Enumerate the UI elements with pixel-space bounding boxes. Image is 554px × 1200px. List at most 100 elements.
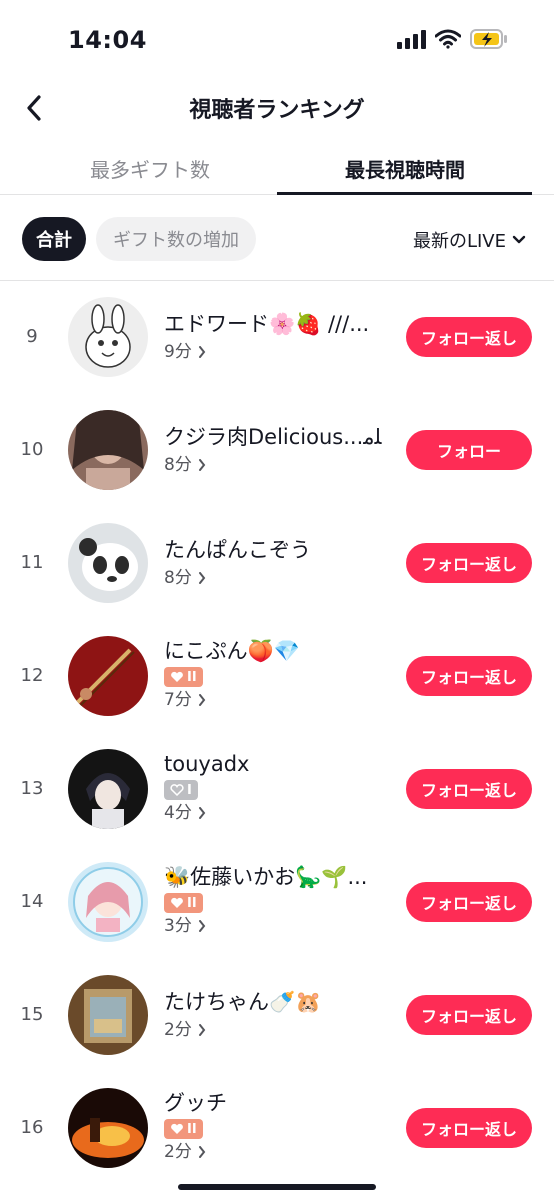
rank-number: 10 — [20, 439, 44, 460]
tab-longest-watch-time[interactable]: 最長視聴時間 — [290, 154, 520, 183]
watch-duration[interactable]: 3分 — [164, 913, 394, 939]
fan-level-badge: II — [164, 893, 203, 913]
watch-duration[interactable]: 2分 — [164, 1139, 394, 1165]
viewer-info: たんぱんこぞう 8分 — [164, 535, 394, 591]
watch-duration-text: 8分 — [164, 568, 192, 588]
list-item: 14 🐝佐藤いかお🦕🌱... II 3分 フォロー返し — [0, 846, 554, 959]
tab-most-gifts[interactable]: 最多ギフト数 — [50, 154, 250, 183]
watch-duration-text: 3分 — [164, 916, 192, 936]
heart-icon — [171, 671, 183, 682]
chevron-down-icon — [512, 235, 526, 244]
watch-duration[interactable]: 8分 — [164, 452, 394, 478]
avatar[interactable] — [68, 523, 148, 603]
watch-duration-text: 9分 — [164, 342, 192, 362]
avatar[interactable] — [68, 749, 148, 829]
rank-number: 16 — [20, 1117, 44, 1138]
chevron-right-icon — [198, 920, 206, 932]
fan-level-badge: II — [164, 667, 203, 687]
avatar[interactable] — [68, 862, 148, 942]
watch-duration-text: 8分 — [164, 455, 192, 475]
watch-duration[interactable]: 8分 — [164, 565, 394, 591]
filter-bar: 合計 ギフト数の増加 最新のLIVE — [0, 195, 554, 281]
list-item: 12 にこぷん🍑💎 II 7分 フォロー返し — [0, 620, 554, 733]
status-bar: 14:04 — [0, 0, 554, 80]
follow-back-button[interactable]: フォロー返し — [406, 543, 532, 583]
rank-number: 11 — [20, 552, 44, 573]
avatar[interactable] — [68, 975, 148, 1055]
list-item: 13 touyadx I 4分 フォロー返し — [0, 733, 554, 846]
filter-total-chip[interactable]: 合計 — [22, 217, 86, 261]
status-icons — [396, 28, 508, 50]
watch-duration[interactable]: 9分 — [164, 339, 394, 365]
list-item: 15 たけちゃん🍼🐹 2分 フォロー返し — [0, 959, 554, 1072]
avatar[interactable] — [68, 297, 148, 377]
watch-duration[interactable]: 2分 — [164, 1017, 394, 1043]
chevron-right-icon — [198, 807, 206, 819]
signal-icon — [397, 30, 426, 49]
follow-back-button[interactable]: フォロー返し — [406, 656, 532, 696]
heart-icon — [171, 897, 183, 908]
fan-level-text: II — [187, 895, 197, 911]
chevron-right-icon — [198, 572, 206, 584]
list-item: 9 エドワード🌸🍓 ///... 9分 フォロー返し — [0, 281, 554, 394]
watch-duration[interactable]: 7分 — [164, 687, 394, 713]
battery-charging-icon — [470, 29, 507, 49]
viewer-name[interactable]: クジラ肉Delicious...ﻠﻣ — [164, 422, 394, 452]
follow-button[interactable]: フォロー — [406, 430, 532, 470]
viewer-info: にこぷん🍑💎 II 7分 — [164, 636, 394, 713]
viewer-info: グッチ II 2分 — [164, 1088, 394, 1165]
rank-number: 12 — [20, 665, 44, 686]
live-select-label: 最新のLIVE — [412, 231, 506, 252]
viewer-info: エドワード🌸🍓 ///... 9分 — [164, 309, 394, 365]
viewer-info: touyadx I 4分 — [164, 749, 394, 826]
watch-duration-text: 2分 — [164, 1020, 192, 1040]
viewer-info: たけちゃん🍼🐹 2分 — [164, 987, 394, 1043]
home-indicator[interactable] — [178, 1184, 376, 1190]
viewer-name[interactable]: にこぷん🍑💎 — [164, 636, 394, 666]
viewer-name[interactable]: たけちゃん🍼🐹 — [164, 987, 394, 1017]
status-time: 14:04 — [68, 26, 147, 54]
chevron-right-icon — [198, 346, 206, 358]
chevron-right-icon — [198, 1024, 206, 1036]
wifi-icon — [435, 29, 461, 49]
header: 視聴者ランキング — [0, 80, 554, 136]
heart-icon — [171, 1123, 183, 1134]
watch-duration[interactable]: 4分 — [164, 800, 394, 826]
fan-level-text: II — [187, 1121, 197, 1137]
avatar[interactable] — [68, 410, 148, 490]
fan-level-badge: II — [164, 1119, 203, 1139]
list-item: 10 クジラ肉Delicious...ﻠﻣ 8分 フォロー — [0, 394, 554, 507]
watch-duration-text: 7分 — [164, 690, 192, 710]
viewer-name[interactable]: touyadx — [164, 749, 394, 779]
viewer-name[interactable]: グッチ — [164, 1088, 394, 1118]
page-title: 視聴者ランキング — [189, 98, 365, 123]
fan-level-text: II — [187, 669, 197, 685]
viewer-name[interactable]: 🐝佐藤いかお🦕🌱... — [164, 862, 394, 892]
tab-bar: 最多ギフト数 最長視聴時間 — [0, 140, 554, 195]
viewer-name[interactable]: たんぱんこぞう — [164, 535, 394, 565]
viewer-name[interactable]: エドワード🌸🍓 ///... — [164, 309, 394, 339]
rank-number: 13 — [20, 778, 44, 799]
heart-icon — [170, 784, 184, 796]
watch-duration-text: 4分 — [164, 803, 192, 823]
avatar[interactable] — [68, 1088, 148, 1168]
fan-level-badge: I — [164, 780, 198, 800]
follow-back-button[interactable]: フォロー返し — [406, 317, 532, 357]
follow-back-button[interactable]: フォロー返し — [406, 995, 532, 1035]
rank-number: 14 — [20, 891, 44, 912]
list-item: 16 グッチ II 2分 フォロー返し — [0, 1072, 554, 1185]
chevron-right-icon — [198, 694, 206, 706]
filter-gift-increase-chip[interactable]: ギフト数の増加 — [96, 217, 256, 261]
chevron-right-icon — [198, 459, 206, 471]
viewer-info: 🐝佐藤いかお🦕🌱... II 3分 — [164, 862, 394, 939]
fan-level-text: I — [187, 782, 192, 798]
follow-back-button[interactable]: フォロー返し — [406, 882, 532, 922]
live-select-dropdown[interactable]: 最新のLIVE — [413, 227, 526, 253]
avatar[interactable] — [68, 636, 148, 716]
watch-duration-text: 2分 — [164, 1142, 192, 1162]
follow-back-button[interactable]: フォロー返し — [406, 1108, 532, 1148]
follow-back-button[interactable]: フォロー返し — [406, 769, 532, 809]
list-item: 11 たんぱんこぞう 8分 フォロー返し — [0, 507, 554, 620]
viewer-info: クジラ肉Delicious...ﻠﻣ 8分 — [164, 422, 394, 478]
rank-number: 15 — [20, 1004, 44, 1025]
